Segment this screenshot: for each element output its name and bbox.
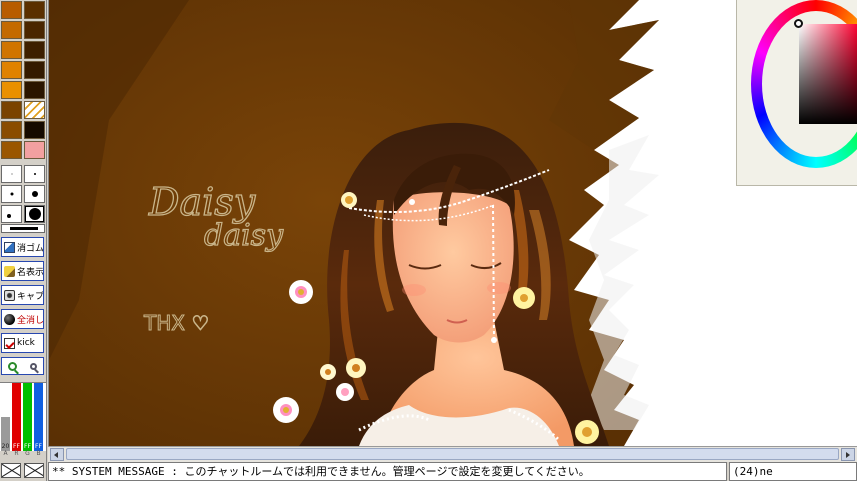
pen-size-dotted[interactable] (1, 205, 22, 223)
eraser-label: 消ゴム (17, 243, 44, 254)
blue-slider-label: B (36, 450, 41, 457)
color-swatch[interactable] (24, 101, 45, 119)
kick-label: kick (17, 338, 35, 348)
mail-icon[interactable] (1, 463, 21, 478)
color-swatch[interactable] (1, 101, 22, 119)
color-swatch[interactable] (24, 1, 45, 19)
pen-size-3[interactable] (1, 185, 22, 203)
argb-slider-labels: ARGB (0, 450, 46, 458)
mail-icon-2[interactable] (24, 463, 44, 478)
capture-button[interactable]: キャプ (1, 285, 44, 305)
saturation-value-square[interactable] (799, 24, 857, 124)
kick-icon (4, 337, 15, 349)
color-swatch[interactable] (24, 41, 45, 59)
alpha-slider-label: A (3, 450, 8, 457)
color-swatch[interactable] (24, 61, 45, 79)
color-swatch[interactable] (24, 21, 45, 39)
eraser-icon (4, 241, 15, 253)
tool-palette: 消ゴム 名表示 キャプ 全消し kick 20 FF FF FF ARGB (0, 0, 47, 481)
color-swatch[interactable] (1, 1, 22, 19)
capture-label: キャプ (17, 291, 44, 302)
color-swatch[interactable] (1, 21, 22, 39)
eraser-button[interactable]: 消ゴム (1, 237, 44, 257)
pen-size-grid (1, 165, 45, 223)
clear-all-button[interactable]: 全消し (1, 309, 44, 329)
color-swatch[interactable] (1, 121, 22, 139)
color-swatch[interactable] (1, 61, 22, 79)
bomb-icon (4, 313, 15, 325)
scroll-left-button[interactable] (50, 448, 64, 461)
blue-slider[interactable]: FF (34, 383, 43, 451)
kick-button[interactable]: kick (1, 333, 44, 353)
name-display-button[interactable]: 名表示 (1, 261, 44, 281)
color-swatch[interactable] (1, 141, 22, 159)
color-swatch-grid (1, 1, 45, 159)
red-slider-label: R (14, 450, 19, 457)
red-slider-fill (12, 383, 21, 451)
green-slider[interactable]: FF (23, 383, 32, 451)
line-thickness-bar[interactable] (1, 224, 45, 233)
pen-size-5[interactable] (24, 185, 45, 203)
green-slider-label: G (25, 450, 30, 457)
hue-handle[interactable] (794, 19, 803, 28)
zoom-controls (1, 357, 44, 375)
scroll-right-button[interactable] (841, 448, 855, 461)
camera-icon (4, 289, 15, 301)
color-swatch[interactable] (24, 81, 45, 99)
artwork-text-daisy-2: daisy (204, 218, 284, 253)
horizontal-scrollbar[interactable] (48, 446, 857, 462)
blue-slider-fill (34, 383, 43, 451)
red-slider[interactable]: FF (12, 383, 21, 451)
pen-size-large[interactable] (24, 205, 45, 223)
scroll-thumb[interactable] (66, 448, 839, 460)
color-swatch[interactable] (1, 81, 22, 99)
color-picker[interactable] (736, 0, 857, 186)
color-swatch[interactable] (24, 121, 45, 139)
pen-size-1[interactable] (1, 165, 22, 183)
color-swatch[interactable] (24, 141, 45, 159)
mail-buttons (0, 461, 47, 481)
zoom-out-icon[interactable] (29, 362, 37, 370)
alpha-slider[interactable]: 20 (1, 383, 10, 451)
system-message-bar: ** SYSTEM MESSAGE : このチャットルームでは利用できません。管… (48, 462, 727, 481)
pen-size-2[interactable] (24, 165, 45, 183)
artwork-text-thx: THX ♡ (143, 311, 209, 335)
argb-sliders: 20 FF FF FF (0, 382, 46, 451)
name-display-label: 名表示 (17, 267, 44, 278)
clear-all-label: 全消し (17, 315, 44, 326)
green-slider-fill (23, 383, 32, 451)
pencil-icon (4, 265, 15, 277)
chat-input[interactable]: (24)ne (729, 462, 857, 481)
color-swatch[interactable] (1, 41, 22, 59)
zoom-in-icon[interactable] (8, 361, 18, 371)
